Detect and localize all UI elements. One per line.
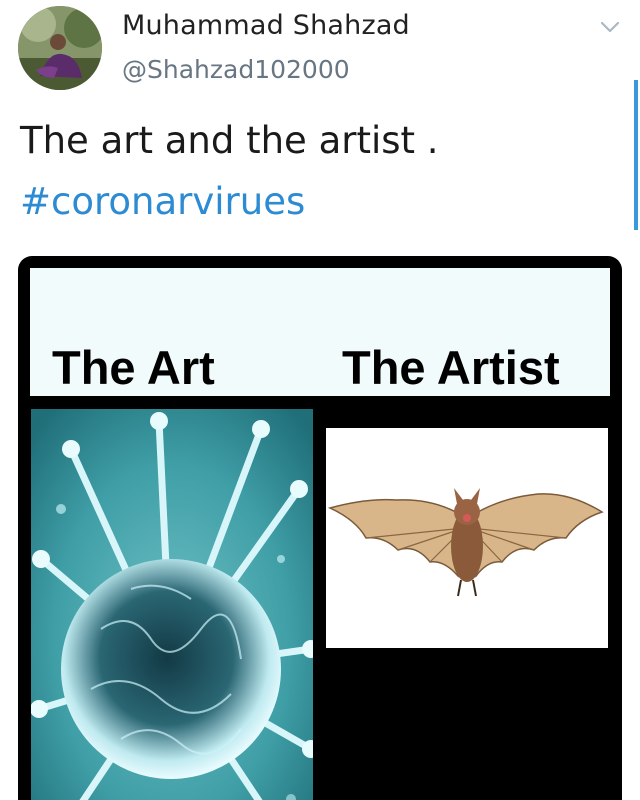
- coronavirus-image: [31, 409, 313, 800]
- tweet-text: The art and the artist .: [20, 119, 439, 162]
- author-handle[interactable]: @Shahzad102000: [122, 55, 350, 84]
- bat-image: [326, 428, 608, 648]
- art-label: The Art: [52, 341, 215, 394]
- avatar[interactable]: [18, 6, 102, 90]
- chevron-down-icon[interactable]: [598, 18, 622, 36]
- hashtag-link[interactable]: #coronarvirues: [20, 177, 305, 226]
- tweet: Muhammad Shahzad @Shahzad102000 The art …: [0, 0, 640, 800]
- tweet-media-card[interactable]: The Art The Artist: [18, 256, 622, 800]
- artist-label: The Artist: [342, 341, 560, 394]
- scroll-indicator[interactable]: [634, 80, 638, 230]
- media-header-panel: The Art The Artist: [30, 268, 610, 396]
- author-name[interactable]: Muhammad Shahzad: [122, 10, 410, 41]
